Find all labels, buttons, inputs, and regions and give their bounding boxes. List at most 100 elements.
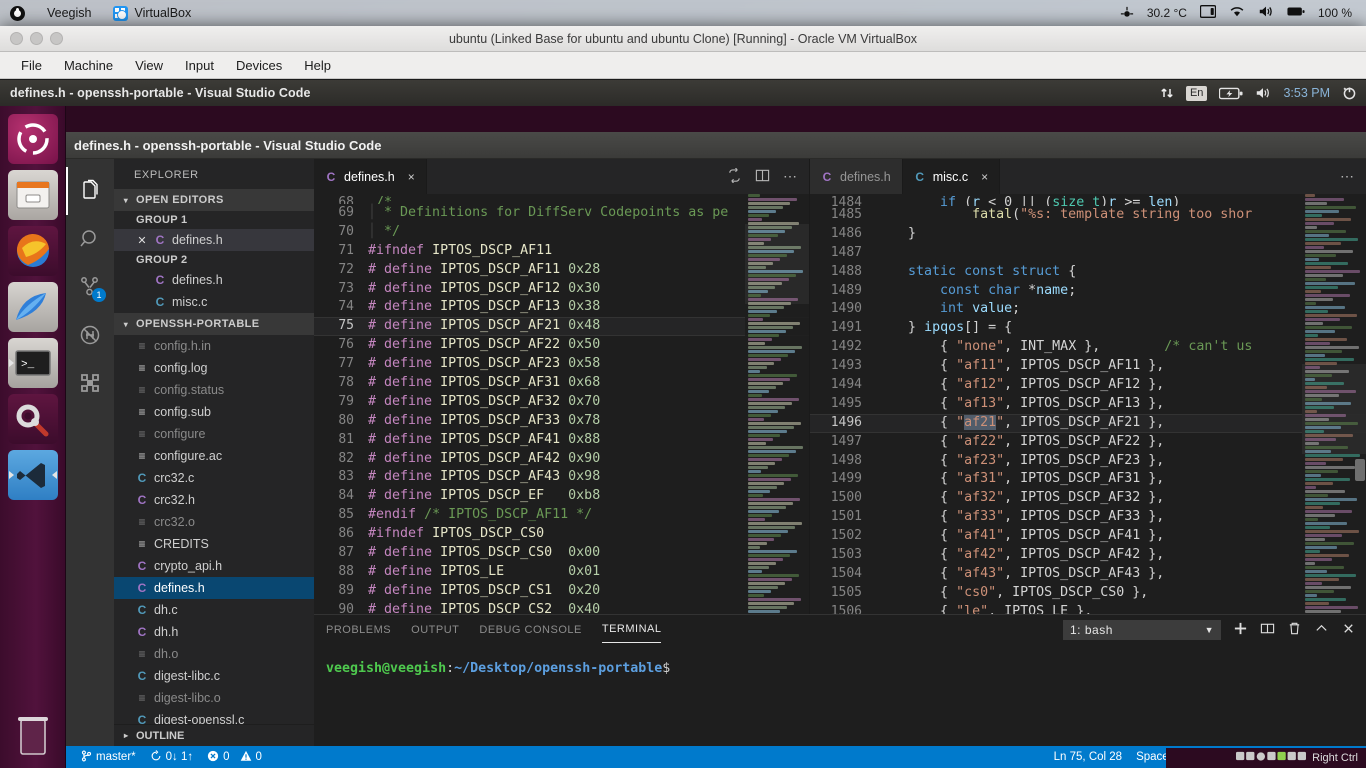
code-line[interactable]: 1485 fatal("%s: template string too shor — [810, 206, 1366, 225]
tab-misc-c[interactable]: C misc.c × — [903, 159, 1000, 194]
split-editor-vertical-icon[interactable] — [727, 168, 742, 186]
code-line[interactable]: 1491 } ipqos[] = { — [810, 319, 1366, 338]
files-icon[interactable] — [8, 170, 58, 220]
apple-menu[interactable] — [10, 6, 25, 21]
terminal-select[interactable]: 1: bash ▼ — [1063, 620, 1221, 640]
code-line[interactable]: 1506 { "le", IPTOS_LE }, — [810, 603, 1366, 614]
explorer-item-configure[interactable]: ≡configure — [114, 423, 314, 445]
tab-problems[interactable]: PROBLEMS — [326, 618, 391, 643]
mac-menu-app-name[interactable]: Veegish — [47, 6, 91, 20]
trash-icon[interactable] — [8, 712, 58, 758]
tab-terminal[interactable]: TERMINAL — [602, 617, 662, 643]
code-line[interactable]: 71#ifndef IPTOS_DSCP_AF11 — [314, 242, 809, 261]
code-line[interactable]: 73# define IPTOS_DSCP_AF12 0x30 — [314, 280, 809, 299]
explorer-item-digest-openssl-c[interactable]: Cdigest-openssl.c — [114, 709, 314, 724]
explorer-icon[interactable] — [66, 167, 114, 215]
battery-icon[interactable] — [1287, 6, 1305, 20]
code-line[interactable]: 1496 { "af21", IPTOS_DSCP_AF21 }, — [810, 414, 1366, 433]
code-line[interactable]: 69│ * Definitions for DiffServ Codepoint… — [314, 204, 809, 223]
code-line[interactable]: 1493 { "af11", IPTOS_DSCP_AF11 }, — [810, 357, 1366, 376]
run-debug-icon[interactable] — [66, 311, 114, 359]
explorer-item-defines-h[interactable]: Cdefines.h — [114, 577, 314, 599]
status-cursor-position[interactable]: Ln 75, Col 28 — [1047, 751, 1129, 763]
close-icon[interactable]: ✕ — [136, 234, 148, 247]
code-line[interactable]: 1501 { "af33", IPTOS_DSCP_AF33 }, — [810, 508, 1366, 527]
code-line[interactable]: 75# define IPTOS_DSCP_AF21 0x48 — [314, 317, 809, 336]
close-icon[interactable]: × — [408, 170, 415, 184]
battery-charging-icon[interactable] — [1219, 87, 1243, 100]
ubuntu-dash-icon[interactable] — [8, 114, 58, 164]
code-line[interactable]: 1499 { "af31", IPTOS_DSCP_AF31 }, — [810, 470, 1366, 489]
code-line[interactable]: 85#endif /* IPTOS_DSCP_AF11 */ — [314, 506, 809, 525]
ubuntu-panel-clock[interactable]: 3:53 PM — [1283, 86, 1330, 100]
scrollbar-thumb[interactable] — [1355, 459, 1365, 481]
code-line[interactable]: 1504 { "af43", IPTOS_DSCP_AF43 }, — [810, 565, 1366, 584]
editor-scrollbar[interactable] — [1352, 194, 1366, 614]
code-line[interactable]: 83# define IPTOS_DSCP_AF43 0x98 — [314, 468, 809, 487]
explorer-file-list[interactable]: ≡config.h.in≡config.log≡config.status≡co… — [114, 335, 314, 724]
tab-output[interactable]: OUTPUT — [411, 618, 459, 643]
code-line[interactable]: 76# define IPTOS_DSCP_AF22 0x50 — [314, 336, 809, 355]
code-line[interactable]: 1505 { "cs0", IPTOS_DSCP_CS0 }, — [810, 584, 1366, 603]
code-line[interactable]: 84# define IPTOS_DSCP_EF 0xb8 — [314, 487, 809, 506]
status-branch[interactable]: master* — [74, 750, 143, 765]
code-line[interactable]: 87# define IPTOS_DSCP_CS0 0x00 — [314, 544, 809, 563]
vscode-icon[interactable] — [8, 450, 58, 500]
section-open-editors[interactable]: ▾ OPEN EDITORS — [114, 189, 314, 211]
source-control-icon[interactable]: 1 — [66, 263, 114, 311]
tab-defines-h[interactable]: C defines.h × — [314, 159, 427, 194]
status-sync[interactable]: 0↓ 1↑ — [143, 750, 201, 765]
section-openssh-portable[interactable]: ▾ OPENSSH-PORTABLE — [114, 313, 314, 335]
code-line[interactable]: 1503 { "af42", IPTOS_DSCP_AF42 }, — [810, 546, 1366, 565]
section-outline[interactable]: ▸ OUTLINE — [114, 724, 314, 746]
vbox-menu-help[interactable]: Help — [293, 55, 342, 76]
code-line[interactable]: 80# define IPTOS_DSCP_AF33 0x78 — [314, 412, 809, 431]
explorer-item-configure-ac[interactable]: ≡configure.ac — [114, 445, 314, 467]
close-icon[interactable]: × — [981, 170, 988, 184]
explorer-item-config-sub[interactable]: ≡config.sub — [114, 401, 314, 423]
explorer-item-config-status[interactable]: ≡config.status — [114, 379, 314, 401]
editor-group-2-code[interactable]: 1484 if (r < 0 || (size_t)r >= len)1485 … — [810, 194, 1366, 614]
power-gear-icon[interactable] — [1342, 86, 1357, 101]
explorer-item-crc32-h[interactable]: Ccrc32.h — [114, 489, 314, 511]
wireshark-icon[interactable] — [8, 282, 58, 332]
code-line[interactable]: 79# define IPTOS_DSCP_AF32 0x70 — [314, 393, 809, 412]
code-line[interactable]: 88# define IPTOS_LE 0x01 — [314, 563, 809, 582]
vbox-menu-view[interactable]: View — [124, 55, 174, 76]
maximize-panel-icon[interactable] — [1314, 621, 1329, 639]
more-actions-icon[interactable]: ⋯ — [783, 168, 797, 185]
terminal-icon[interactable]: >_ — [8, 338, 58, 388]
editor-group-1-minimap[interactable] — [745, 194, 809, 614]
explorer-item-dh-c[interactable]: Cdh.c — [114, 599, 314, 621]
code-line[interactable]: 1502 { "af41", IPTOS_DSCP_AF41 }, — [810, 527, 1366, 546]
tab-debug-console[interactable]: DEBUG CONSOLE — [479, 618, 581, 643]
explorer-item-config-log[interactable]: ≡config.log — [114, 357, 314, 379]
code-line[interactable]: 1489 const char *name; — [810, 282, 1366, 301]
explorer-item-credits[interactable]: ≡CREDITS — [114, 533, 314, 555]
firefox-icon[interactable] — [8, 226, 58, 276]
mac-menu-virtualbox[interactable]: VirtualBox — [113, 6, 191, 21]
code-line[interactable]: 70│ */ — [314, 223, 809, 242]
keyboard-layout-indicator[interactable]: En — [1186, 86, 1207, 101]
code-line[interactable]: 82# define IPTOS_DSCP_AF42 0x90 — [314, 450, 809, 469]
vbox-menu-devices[interactable]: Devices — [225, 55, 293, 76]
kill-terminal-icon[interactable] — [1287, 621, 1302, 639]
code-line[interactable]: 78# define IPTOS_DSCP_AF31 0x68 — [314, 374, 809, 393]
close-panel-icon[interactable] — [1341, 621, 1356, 639]
code-line[interactable]: 1498 { "af23", IPTOS_DSCP_AF23 }, — [810, 452, 1366, 471]
display-icon[interactable] — [1200, 5, 1216, 21]
code-line[interactable]: 89# define IPTOS_DSCP_CS1 0x20 — [314, 582, 809, 601]
open-editor-defines-h-group2[interactable]: C defines.h — [114, 269, 314, 291]
volume-icon[interactable] — [1258, 5, 1274, 21]
code-line[interactable]: 1490 int value; — [810, 300, 1366, 319]
network-updown-icon[interactable] — [1160, 86, 1174, 100]
explorer-item-config-h-in[interactable]: ≡config.h.in — [114, 335, 314, 357]
vbox-menu-machine[interactable]: Machine — [53, 55, 124, 76]
code-line[interactable]: 1484 if (r < 0 || (size_t)r >= len) — [810, 194, 1366, 206]
code-line[interactable]: 1487 — [810, 244, 1366, 263]
code-line[interactable]: 1492 { "none", INT_MAX }, /* can't us — [810, 338, 1366, 357]
code-line[interactable]: 1486 } — [810, 225, 1366, 244]
more-actions-icon[interactable]: ⋯ — [1340, 168, 1354, 185]
editor-group-1-code[interactable]: 68 /*69│ * Definitions for DiffServ Code… — [314, 194, 809, 614]
terminal-output[interactable]: veegish@veegish:~/Desktop/openssh-portab… — [314, 645, 1366, 746]
